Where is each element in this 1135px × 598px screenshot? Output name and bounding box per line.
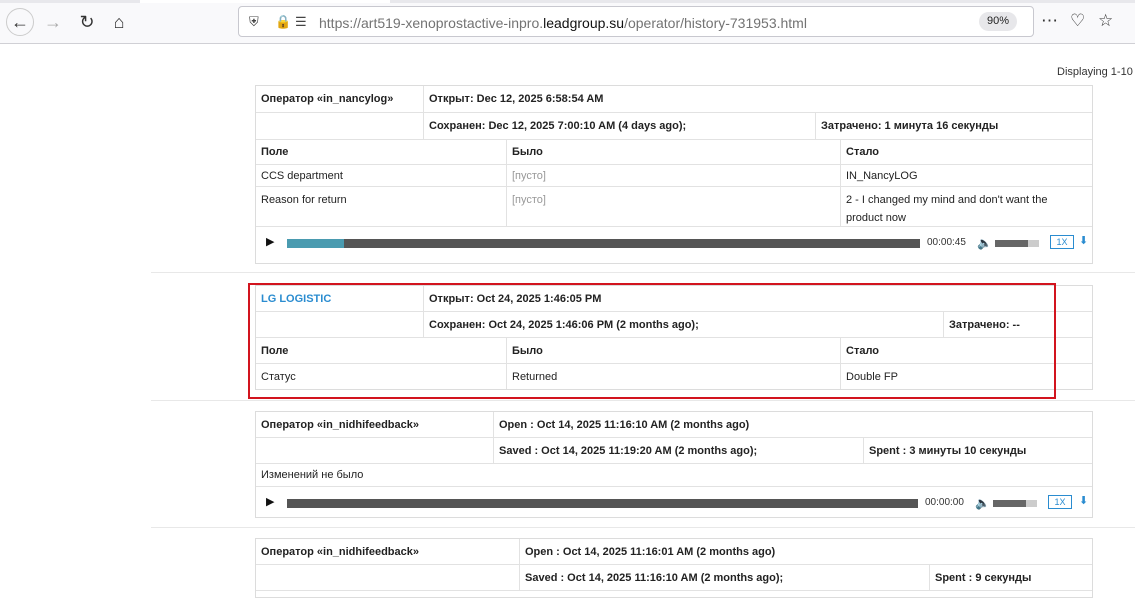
download-icon[interactable]: ⬇ — [1079, 234, 1088, 247]
column-header-became: Стало — [846, 344, 880, 357]
old-value: [пусто] — [507, 187, 841, 226]
history-entry-card: Оператор «in_nancylog» Открыт: Dec 12, 2… — [255, 85, 1093, 264]
card-header-row: LG LOGISTIC Открыт: Oct 24, 2025 1:46:05… — [256, 286, 1092, 312]
operator-label: Оператор «in_nidhifeedback» — [256, 412, 494, 437]
address-bar[interactable]: ⛨ 🔒 ☰ https://art519-xenoprostactive-inp… — [238, 6, 1034, 37]
seek-progress — [287, 239, 344, 248]
back-arrow-icon[interactable]: ← — [6, 8, 34, 36]
volume-icon[interactable]: 🔈 — [975, 496, 990, 510]
operator-link[interactable]: LG LOGISTIC — [256, 286, 424, 311]
card-saved-row: Saved : Oct 14, 2025 11:16:10 AM (2 mont… — [256, 565, 1092, 591]
empty-cell — [256, 312, 424, 337]
playback-time: 00:00:45 — [927, 237, 966, 248]
saved-time: Сохранен: Dec 12, 2025 7:00:10 AM (4 day… — [424, 113, 816, 139]
card-saved-row: Saved : Oct 14, 2025 11:19:20 AM (2 mont… — [256, 438, 1092, 464]
divider — [151, 527, 1135, 528]
old-value: Returned — [507, 364, 841, 389]
bookmark-star-icon[interactable]: ☆ — [1098, 11, 1113, 31]
operator-label: Оператор «in_nidhifeedback» — [256, 539, 520, 564]
column-header-field: Поле — [256, 140, 507, 164]
spent-time: Spent : 9 секунды — [935, 571, 1032, 584]
column-header-became: Стало — [846, 146, 880, 158]
no-changes-text: Изменений не было — [261, 469, 364, 481]
saved-time: Saved : Oct 14, 2025 11:19:20 AM (2 mont… — [494, 438, 864, 463]
old-value: [пусто] — [507, 165, 841, 186]
volume-icon[interactable]: 🔈 — [977, 236, 992, 250]
more-menu-icon[interactable]: ⋯ — [1041, 11, 1058, 31]
new-value: Double FP — [846, 370, 898, 383]
history-entry-card: Оператор «in_nidhifeedback» Open : Oct 1… — [255, 538, 1093, 598]
spent-time: Затрачено: 1 минута 16 секунды — [821, 120, 999, 132]
play-icon[interactable]: ▶ — [266, 495, 274, 508]
column-header-field: Поле — [256, 338, 507, 363]
operator-label: Оператор «in_nancylog» — [256, 86, 424, 112]
volume-level — [995, 240, 1028, 247]
opened-time: Открыт: Oct 24, 2025 1:46:05 PM — [429, 292, 602, 305]
audio-player: ▶ 00:00:00 🔈 1X ⬇ — [256, 487, 1092, 519]
empty-cell — [256, 113, 424, 139]
download-icon[interactable]: ⬇ — [1079, 494, 1088, 507]
spent-time: Spent : 3 минуты 10 секунды — [869, 444, 1027, 457]
reload-icon[interactable]: ↻ — [74, 9, 100, 35]
pocket-icon[interactable]: ♡ — [1070, 11, 1085, 31]
divider — [151, 400, 1135, 401]
column-header-was: Было — [507, 338, 841, 363]
saved-time: Сохранен: Oct 24, 2025 1:46:06 PM (2 mon… — [424, 312, 944, 337]
forward-arrow-icon[interactable]: → — [40, 9, 66, 35]
seek-bar[interactable] — [287, 239, 920, 248]
lock-warning-icon[interactable]: 🔒 — [275, 14, 291, 30]
pagination-summary: Displaying 1-10 of — [1057, 66, 1135, 78]
tab-strip — [0, 0, 1135, 3]
card-saved-row: Сохранен: Oct 24, 2025 1:46:06 PM (2 mon… — [256, 312, 1092, 338]
audio-player: ▶ 00:00:45 🔈 1X ⬇ — [256, 227, 1092, 259]
card-header-row: Оператор «in_nidhifeedback» Open : Oct 1… — [256, 412, 1092, 438]
table-row: CCS department [пусто] IN_NancyLOG — [256, 165, 1092, 187]
volume-slider[interactable] — [995, 240, 1039, 247]
seek-bar[interactable] — [287, 499, 918, 508]
empty-cell — [256, 438, 494, 463]
changes-header-row: Поле Было Стало — [256, 140, 1092, 165]
new-value: 2 - I changed my mind and don't want the… — [846, 194, 1048, 224]
opened-time: Open : Oct 14, 2025 11:16:10 AM (2 month… — [499, 418, 750, 431]
column-header-was: Было — [507, 140, 841, 164]
opened-time: Open : Oct 14, 2025 11:16:01 AM (2 month… — [525, 545, 776, 558]
empty-cell — [256, 565, 520, 590]
table-row: Статус Returned Double FP — [256, 364, 1092, 389]
changes-header-row: Поле Было Стало — [256, 338, 1092, 364]
opened-time: Открыт: Dec 12, 2025 6:58:54 AM — [429, 93, 604, 105]
play-icon[interactable]: ▶ — [266, 235, 274, 248]
no-changes-row: Изменений не было — [256, 464, 1092, 487]
divider — [151, 272, 1135, 273]
history-entry-card: LG LOGISTIC Открыт: Oct 24, 2025 1:46:05… — [255, 285, 1093, 390]
volume-slider[interactable] — [993, 500, 1037, 507]
field-name: CCS department — [256, 165, 507, 186]
playback-speed-button[interactable]: 1X — [1050, 235, 1074, 249]
saved-time: Saved : Oct 14, 2025 11:16:10 AM (2 mont… — [520, 565, 930, 590]
playback-speed-button[interactable]: 1X — [1048, 495, 1072, 509]
card-header-row: Оператор «in_nidhifeedback» Open : Oct 1… — [256, 539, 1092, 565]
card-saved-row: Сохранен: Dec 12, 2025 7:00:10 AM (4 day… — [256, 113, 1092, 140]
playback-time: 00:00:00 — [925, 497, 964, 508]
table-row: Reason for return [пусто] 2 - I changed … — [256, 187, 1092, 227]
history-entry-card: Оператор «in_nidhifeedback» Open : Oct 1… — [255, 411, 1093, 518]
url-text[interactable]: https://art519-xenoprostactive-inpro.lea… — [319, 15, 807, 31]
browser-toolbar: ← → ↻ ⌂ ⛨ 🔒 ☰ https://art519-xenoprostac… — [0, 0, 1135, 44]
permissions-icon[interactable]: ☰ — [295, 14, 307, 30]
volume-level — [993, 500, 1026, 507]
active-tab[interactable] — [140, 0, 390, 3]
shield-icon[interactable]: ⛨ — [249, 14, 259, 30]
spent-time: Затрачено: -- — [949, 318, 1020, 331]
card-header-row: Оператор «in_nancylog» Открыт: Dec 12, 2… — [256, 86, 1092, 113]
field-name: Статус — [256, 364, 507, 389]
home-icon[interactable]: ⌂ — [106, 9, 132, 35]
zoom-level-badge[interactable]: 90% — [979, 12, 1017, 31]
field-name: Reason for return — [256, 187, 507, 226]
new-value: IN_NancyLOG — [846, 169, 918, 182]
